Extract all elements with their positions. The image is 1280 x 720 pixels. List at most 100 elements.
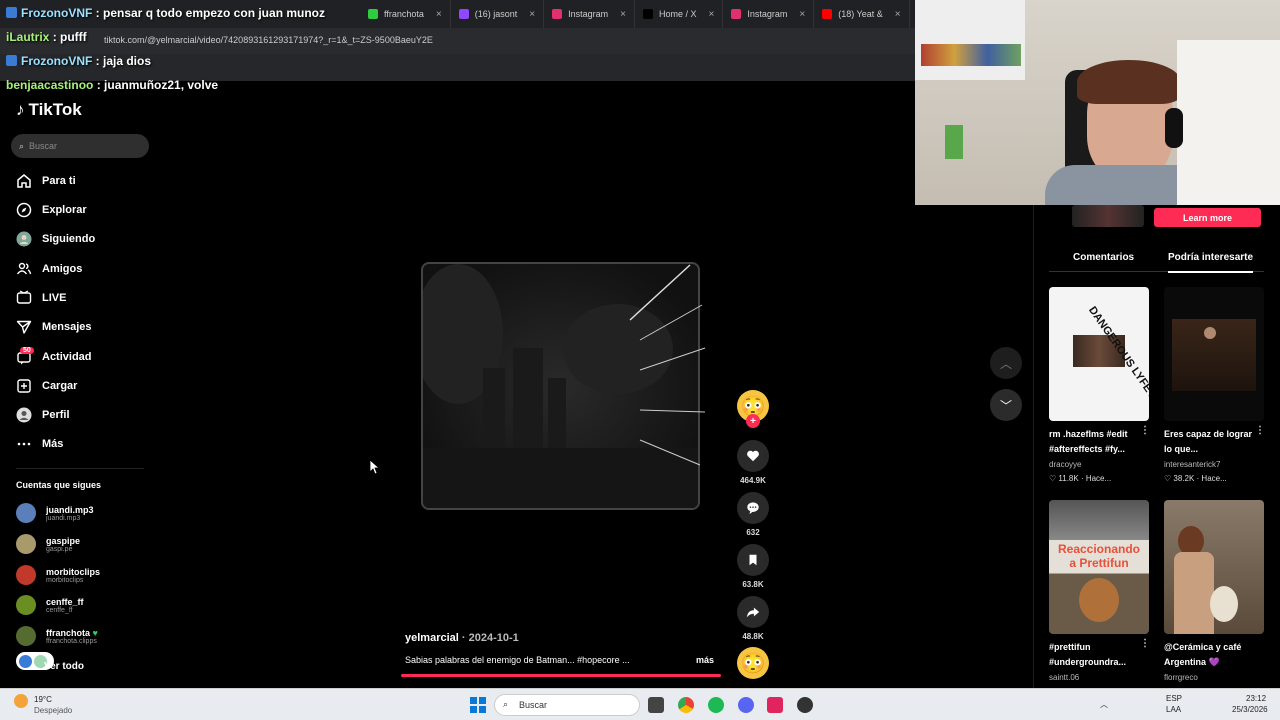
nav-para-ti[interactable]: Para ti — [14, 171, 76, 191]
language-code[interactable]: ESP — [1166, 694, 1182, 703]
tiktok-logo[interactable]: ♪ TikTok — [16, 100, 82, 120]
video-creator[interactable]: yelmarcial · 2024-10-1 — [405, 632, 519, 644]
like-action[interactable]: 464.9K — [737, 440, 769, 485]
card-stats: ♡ 11.8K · Hace... — [1049, 474, 1112, 483]
card-stats: ♡ 38.2K · Hace... — [1164, 474, 1227, 483]
following-account[interactable]: morbitoclips morbitoclips — [16, 565, 100, 585]
video-progress-bar[interactable] — [401, 674, 721, 677]
following-account[interactable]: cenffe_ff cenffe_ff — [16, 595, 84, 615]
heart-icon: ♥ — [92, 627, 98, 638]
card-title[interactable]: #prettifun #undergroundra... — [1049, 640, 1141, 670]
weather-temp[interactable]: 19°C — [34, 695, 52, 704]
nav-explorar[interactable]: Explorar — [14, 200, 87, 220]
card-title[interactable]: @Cerámica y café Argentina 💜 — [1164, 640, 1256, 670]
follow-plus-button[interactable]: + — [746, 414, 760, 428]
nav-label: Siguiendo — [42, 233, 96, 245]
file-explorer-icon[interactable] — [648, 697, 664, 713]
card-title[interactable]: Eres capaz de lograr lo que... — [1164, 427, 1256, 457]
sound-disc[interactable]: 😳 — [737, 647, 769, 679]
tab-comentarios[interactable]: Comentarios — [1073, 252, 1134, 263]
language-layout: LAA — [1166, 705, 1182, 714]
clock-time[interactable]: 23:12 — [1246, 694, 1266, 703]
chrome-icon[interactable] — [678, 697, 694, 713]
weather-icon[interactable] — [14, 694, 28, 708]
search-input[interactable]: ⌕ Buscar — [11, 134, 149, 158]
browser-tab[interactable]: (16) jasont × — [451, 0, 545, 28]
browser-tab[interactable]: Instagram × — [723, 0, 815, 28]
nav-label: Cargar — [42, 380, 78, 392]
nav-siguiendo[interactable]: Siguiendo — [14, 229, 95, 249]
address-bar[interactable]: tiktok.com/@yelmarcial/video/74208931612… — [0, 28, 915, 54]
nav-cargar[interactable]: Cargar — [14, 376, 77, 396]
close-icon[interactable]: × — [620, 9, 626, 20]
card-likes: 38.2K — [1173, 474, 1195, 483]
close-icon[interactable]: × — [708, 9, 714, 20]
activity-badge: 50 — [20, 347, 34, 354]
browser-tab[interactable]: ffranchota × — [360, 0, 451, 28]
share-action[interactable]: 48.8K — [737, 596, 769, 641]
badge-icon — [6, 7, 17, 18]
nav-mas[interactable]: Más — [14, 434, 63, 454]
browser-tab[interactable]: (18) Yeat & × — [814, 0, 910, 28]
comment-icon[interactable] — [737, 492, 769, 524]
following-account[interactable]: juandi.mp3 juandi.mp3 — [16, 503, 94, 523]
video-speedlines — [629, 264, 706, 466]
following-account[interactable]: gaspipe gaspi.pe — [16, 534, 80, 554]
card-author[interactable]: saintt.06 — [1049, 673, 1079, 682]
tab-podria-interesarte[interactable]: Podría interesarte — [1168, 252, 1254, 273]
creator-name[interactable]: yelmarcial — [405, 632, 459, 644]
nav-amigos[interactable]: Amigos — [14, 259, 82, 279]
more-options-icon[interactable]: ⋮ — [1140, 638, 1150, 649]
chat-user: FrozonoVNF — [21, 6, 93, 20]
close-icon[interactable]: × — [895, 9, 901, 20]
share-icon[interactable] — [737, 596, 769, 628]
video-building — [483, 368, 505, 448]
next-video-button[interactable]: ﹀ — [990, 389, 1022, 421]
card-author[interactable]: dracoyye — [1049, 460, 1081, 469]
windows-start-icon[interactable] — [470, 697, 486, 713]
tab-favicon-icon — [552, 9, 563, 19]
more-link[interactable]: más — [696, 655, 714, 665]
bookmark-icon[interactable] — [737, 544, 769, 576]
more-options-icon[interactable]: ⋮ — [1140, 425, 1150, 436]
nav-label: Amigos — [42, 263, 83, 275]
suggested-video-card[interactable] — [1164, 287, 1264, 421]
card-author[interactable]: interesanterick7 — [1164, 460, 1220, 469]
spotify-icon[interactable] — [708, 697, 724, 713]
taskbar-search[interactable]: ⌕ Buscar — [494, 694, 640, 716]
home-icon — [14, 171, 34, 191]
comment-action[interactable]: 632 — [737, 492, 769, 537]
browser-tab[interactable]: Home / X × — [635, 0, 724, 28]
close-icon[interactable]: × — [799, 9, 805, 20]
ad-thumbnail[interactable] — [1072, 205, 1144, 227]
suggested-video-card[interactable]: Reaccionando a Prettifun — [1049, 500, 1149, 634]
suggested-video-card[interactable]: DANGEROUS LYFE / — [1049, 287, 1149, 421]
webcam-headphone — [1165, 108, 1183, 148]
nav-perfil[interactable]: Perfil — [14, 405, 70, 425]
suggested-video-card[interactable] — [1164, 500, 1264, 634]
following-account[interactable]: ffranchota ♥ ffranchota.clipps — [16, 626, 98, 646]
chat-user: iLautrix — [6, 30, 50, 44]
save-action[interactable]: 63.8K — [737, 544, 769, 589]
nav-mensajes[interactable]: Mensajes — [14, 317, 92, 337]
windows-taskbar: 19°C Despejado ⌕ Buscar ︿ ESP LAA 23:12 2… — [0, 688, 1280, 720]
discord-icon[interactable] — [738, 697, 754, 713]
more-options-icon[interactable]: ⋮ — [1255, 425, 1265, 436]
previous-video-button[interactable]: ︿ — [990, 347, 1022, 379]
account-name: gaspipe — [46, 535, 81, 546]
url-text[interactable]: tiktok.com/@yelmarcial/video/74208931612… — [104, 35, 433, 45]
card-title[interactable]: rm .hazeflms #edit #aftereffects #fy... — [1049, 427, 1141, 457]
tiktok-app-icon[interactable] — [767, 697, 783, 713]
close-icon[interactable]: × — [436, 9, 442, 20]
browser-tab[interactable]: Instagram × — [544, 0, 635, 28]
learn-more-button[interactable]: Learn more — [1154, 208, 1261, 227]
close-icon[interactable]: × — [529, 9, 535, 20]
nav-live[interactable]: LIVE — [14, 288, 66, 308]
nav-label: Explorar — [42, 204, 87, 216]
card-author[interactable]: florrgreco — [1164, 673, 1198, 682]
see-all-link[interactable]: Ver todo — [44, 661, 84, 672]
chevron-up-icon[interactable]: ︿ — [1100, 699, 1108, 710]
heart-icon[interactable] — [737, 440, 769, 472]
chat-text: : juanmuñoz21, volve — [96, 78, 219, 92]
app-icon[interactable] — [797, 697, 813, 713]
